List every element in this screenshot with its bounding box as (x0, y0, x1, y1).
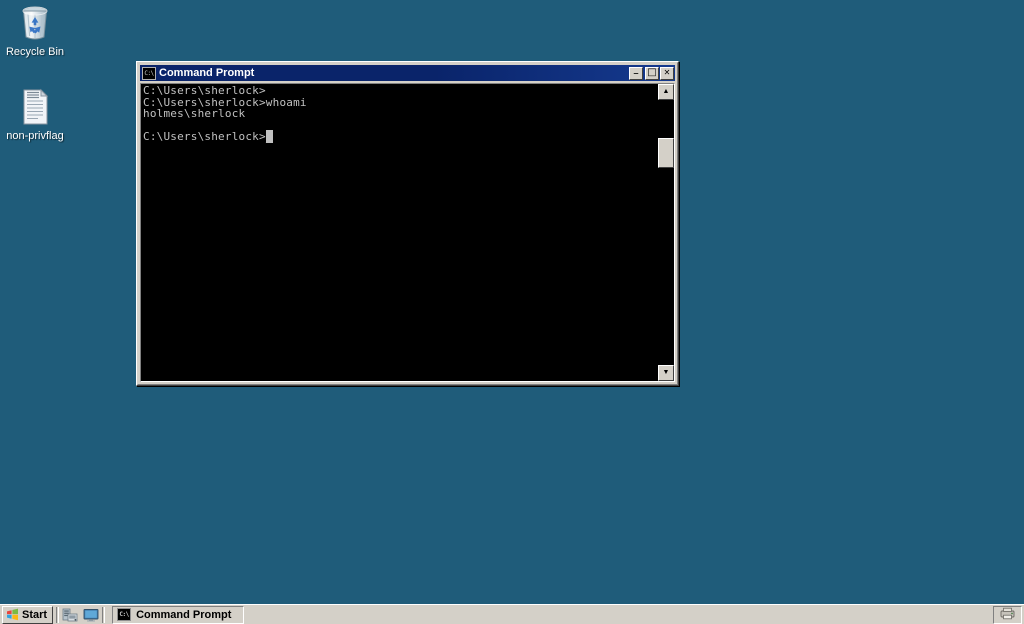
network-icon[interactable] (1000, 607, 1015, 623)
console-output[interactable]: C:\Users\sherlock> C:\Users\sherlock>whoa… (141, 84, 658, 381)
desktop-icon-non-privflag[interactable]: non-privflag (0, 86, 70, 143)
close-button[interactable] (660, 66, 674, 80)
quick-launch-bar[interactable] (62, 607, 99, 623)
server-manager-icon[interactable] (62, 607, 78, 623)
taskbar-divider (102, 606, 106, 623)
taskbar-divider (56, 606, 60, 623)
text-file-icon (0, 86, 70, 126)
console-line: holmes\sherlock (143, 107, 246, 121)
system-tray[interactable] (993, 605, 1022, 624)
desktop-icon-recycle-bin[interactable]: Recycle Bin (0, 2, 70, 59)
desktop[interactable]: Recycle Bin non-privflag C:\ Command Pro… (0, 0, 1024, 604)
start-button[interactable]: Start (2, 605, 54, 624)
scroll-up-button[interactable] (658, 84, 674, 100)
console-line: C:\Users\sherlock> (143, 84, 266, 97)
vertical-scrollbar[interactable] (658, 84, 674, 381)
console-line: C:\Users\sherlock>_ (143, 130, 273, 144)
window-title: Command Prompt (159, 67, 255, 79)
taskbar[interactable]: Start C:\ Command Prompt (0, 604, 1024, 624)
window-titlebar[interactable]: C:\ Command Prompt (140, 65, 675, 81)
taskbar-button-command-prompt[interactable]: C:\ Command Prompt (112, 605, 245, 624)
console-icon: C:\ (117, 608, 132, 621)
command-prompt-window[interactable]: C:\ Command Prompt C:\Users\sherlock>C:\… (136, 61, 679, 386)
scroll-down-button[interactable] (658, 365, 674, 381)
task-button-list[interactable]: C:\ Command Prompt (112, 605, 993, 624)
recycle-bin-icon (0, 2, 70, 42)
console-icon: C:\ (142, 66, 156, 80)
console-cursor: _ (265, 130, 273, 144)
desktop-icon-label: Recycle Bin (5, 46, 65, 58)
console-area[interactable]: C:\Users\sherlock> C:\Users\sherlock>whoa… (140, 83, 675, 382)
minimize-button[interactable] (629, 65, 643, 80)
scrollbar-thumb[interactable] (658, 138, 674, 168)
scrollbar-track[interactable] (658, 100, 674, 365)
maximize-button[interactable] (645, 66, 659, 80)
windows-flag-icon (6, 608, 19, 621)
start-button-label: Start (22, 608, 48, 621)
show-desktop-icon[interactable] (83, 607, 99, 623)
taskbar-button-label: Command Prompt (136, 608, 232, 621)
desktop-icon-label: non-privflag (6, 130, 64, 142)
